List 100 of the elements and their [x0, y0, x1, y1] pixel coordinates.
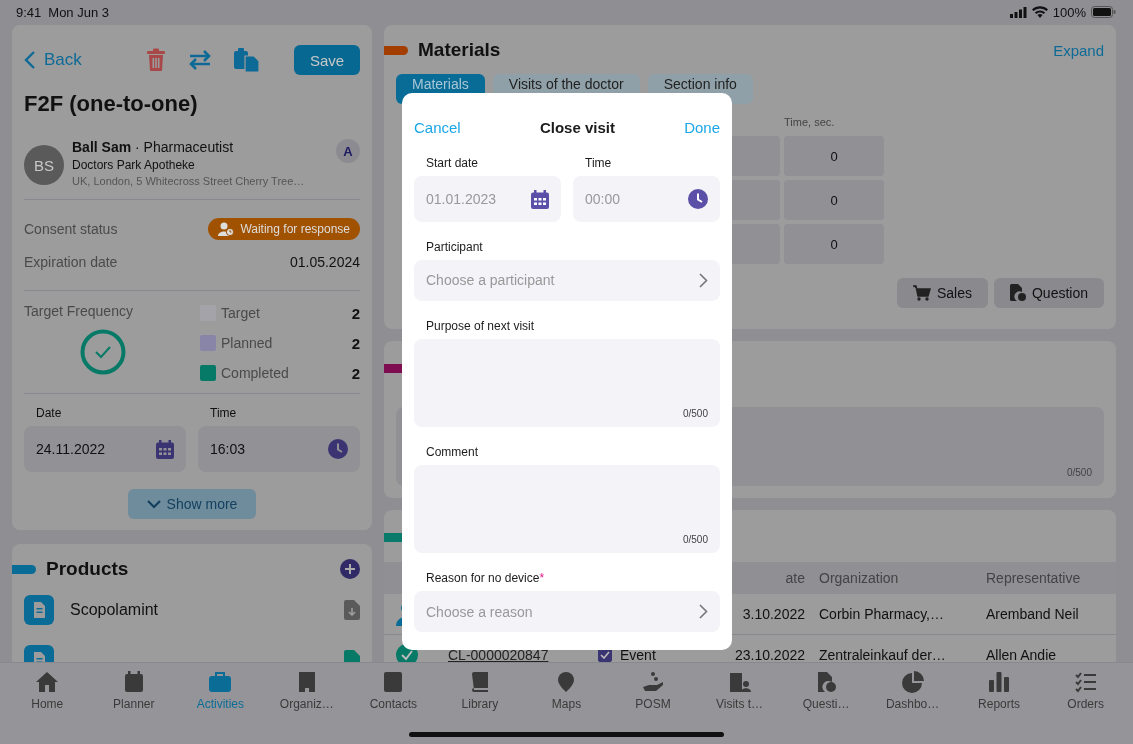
nav-item[interactable]: Contacts — [350, 671, 437, 711]
reason-picker[interactable]: Choose a reason — [414, 591, 720, 632]
clock-icon — [328, 439, 348, 459]
section-title: Materials — [418, 39, 501, 61]
product-name[interactable]: Scopolamint — [70, 601, 159, 618]
expand-link[interactable]: Expand — [1053, 41, 1104, 59]
contact-address: UK, London, 5 Whitecross Street Cherry Tree… — [72, 175, 306, 187]
nav-item[interactable]: Planner — [90, 671, 178, 711]
bar-chart-icon — [987, 671, 1012, 693]
table-cell-text: 23.10.2022 — [733, 647, 806, 662]
add-icon[interactable] — [340, 559, 360, 579]
document-icon — [24, 595, 54, 625]
legend-value: 2 — [351, 334, 360, 352]
sales-button[interactable]: Sales — [896, 278, 988, 308]
detail-label: Consent status — [24, 220, 118, 237]
done-button[interactable]: Done — [684, 119, 720, 136]
dialog-title: Close visit — [539, 119, 615, 136]
table-cell-text: Zentraleinkauf der… — [818, 647, 947, 662]
hand-icon — [641, 671, 665, 693]
cart-icon — [912, 285, 931, 301]
swap-icon[interactable] — [188, 49, 212, 71]
status-time: 9:41 — [16, 4, 42, 20]
briefcase-icon — [208, 671, 233, 693]
battery-percent: 100% — [1052, 4, 1086, 20]
status-badge: Waiting for response — [208, 217, 360, 240]
calendar-icon — [156, 439, 174, 459]
section-title: Products — [46, 558, 129, 580]
clipboard-icon[interactable] — [234, 48, 260, 72]
contact-organization: Doctors Park Apotheke — [72, 158, 196, 172]
chevron-left-icon — [24, 51, 36, 69]
check-circle-icon — [80, 329, 126, 375]
chevron-down-icon — [146, 499, 161, 509]
detail-label: Expiration date — [24, 253, 118, 270]
wifi-icon — [1031, 6, 1048, 18]
nav-item[interactable]: Home — [4, 671, 91, 711]
date-field[interactable]: 01.01.2023 — [414, 176, 561, 222]
cancel-button[interactable]: Cancel — [414, 119, 461, 136]
back-button[interactable]: Back — [24, 50, 82, 70]
nav-item[interactable]: Questi… — [782, 671, 870, 711]
record-link[interactable]: CL-0000020847 — [448, 647, 549, 662]
field-label: Time — [209, 406, 238, 420]
table-cell-text: 3.10.2022 — [741, 606, 806, 622]
home-icon — [35, 671, 60, 693]
calendar-icon — [531, 189, 549, 209]
building-person-icon — [727, 671, 752, 693]
checklist-icon — [1073, 671, 1098, 693]
table-cell-text: Aremband Neil — [986, 606, 1080, 622]
legend-label: Target — [221, 305, 261, 321]
nav-item[interactable]: Organiz… — [263, 671, 351, 711]
time-field[interactable]: 00:00 — [573, 176, 720, 222]
section-accent-bar — [384, 45, 408, 55]
visit-title: F2F (one-to-one) — [24, 91, 199, 117]
chevron-right-icon — [699, 272, 708, 288]
legend-label: Completed — [221, 365, 290, 381]
nav-item[interactable]: Orders — [1042, 671, 1129, 711]
contact-name: Ball Sam · Pharmaceutist — [72, 139, 235, 155]
column-header: Time, sec. — [784, 116, 836, 130]
column-header: ate — [784, 570, 806, 586]
table-cell: 0 — [784, 136, 884, 176]
signal-icon — [1009, 6, 1027, 18]
table-cell-text: Corbin Pharmacy,… — [818, 606, 945, 622]
field-label: Participant — [425, 240, 484, 254]
question-button[interactable]: Question — [993, 278, 1104, 308]
table-cell: 0 — [784, 224, 884, 264]
table-cell-text: Allen Andie — [986, 647, 1058, 662]
nav-item[interactable]: Reports — [955, 671, 1043, 711]
nav-item[interactable]: Library — [436, 671, 524, 711]
clock-icon — [688, 189, 708, 209]
field-label: Time — [584, 156, 613, 170]
nav-item[interactable]: POSM — [609, 671, 697, 711]
avatar: BS — [24, 145, 64, 185]
purpose-text-area[interactable]: 0/500 — [414, 338, 720, 427]
trash-icon[interactable] — [146, 48, 166, 72]
column-header: Representative — [986, 570, 1082, 586]
participant-picker[interactable]: Choose a participant — [414, 260, 720, 301]
nav-item[interactable]: Activities — [177, 671, 264, 711]
category-badge: A — [336, 139, 360, 163]
input-field[interactable]: 24.11.2022 — [24, 426, 186, 472]
column-header: Organization — [818, 570, 900, 586]
field-label: Reason for no device* — [425, 571, 546, 586]
comment-text-area[interactable]: 0/500 — [414, 465, 720, 554]
detail-value: 01.05.2024 — [289, 253, 360, 270]
status-date: Mon Jun 3 — [48, 4, 109, 20]
nav-item[interactable]: Visits t… — [696, 671, 783, 711]
file-download-icon[interactable] — [344, 600, 360, 620]
section-accent-bar — [12, 564, 36, 574]
nav-item[interactable]: Maps — [523, 671, 610, 711]
pie-chart-icon — [900, 671, 925, 693]
frequency-label: Target Frequency — [24, 303, 133, 319]
nav-item[interactable]: Dashbo… — [869, 671, 956, 711]
legend-label: Planned — [221, 335, 274, 351]
save-button[interactable]: Save — [294, 45, 360, 75]
field-label: Purpose of next visit — [425, 318, 536, 333]
field-label: Start date — [425, 156, 480, 170]
battery-icon — [1091, 6, 1116, 18]
show-more-button[interactable]: Show more — [128, 489, 256, 519]
input-field[interactable]: 16:03 — [198, 426, 360, 472]
field-label: Date — [35, 406, 63, 420]
legend-value: 2 — [351, 304, 360, 322]
table-cell: 0 — [784, 180, 884, 220]
